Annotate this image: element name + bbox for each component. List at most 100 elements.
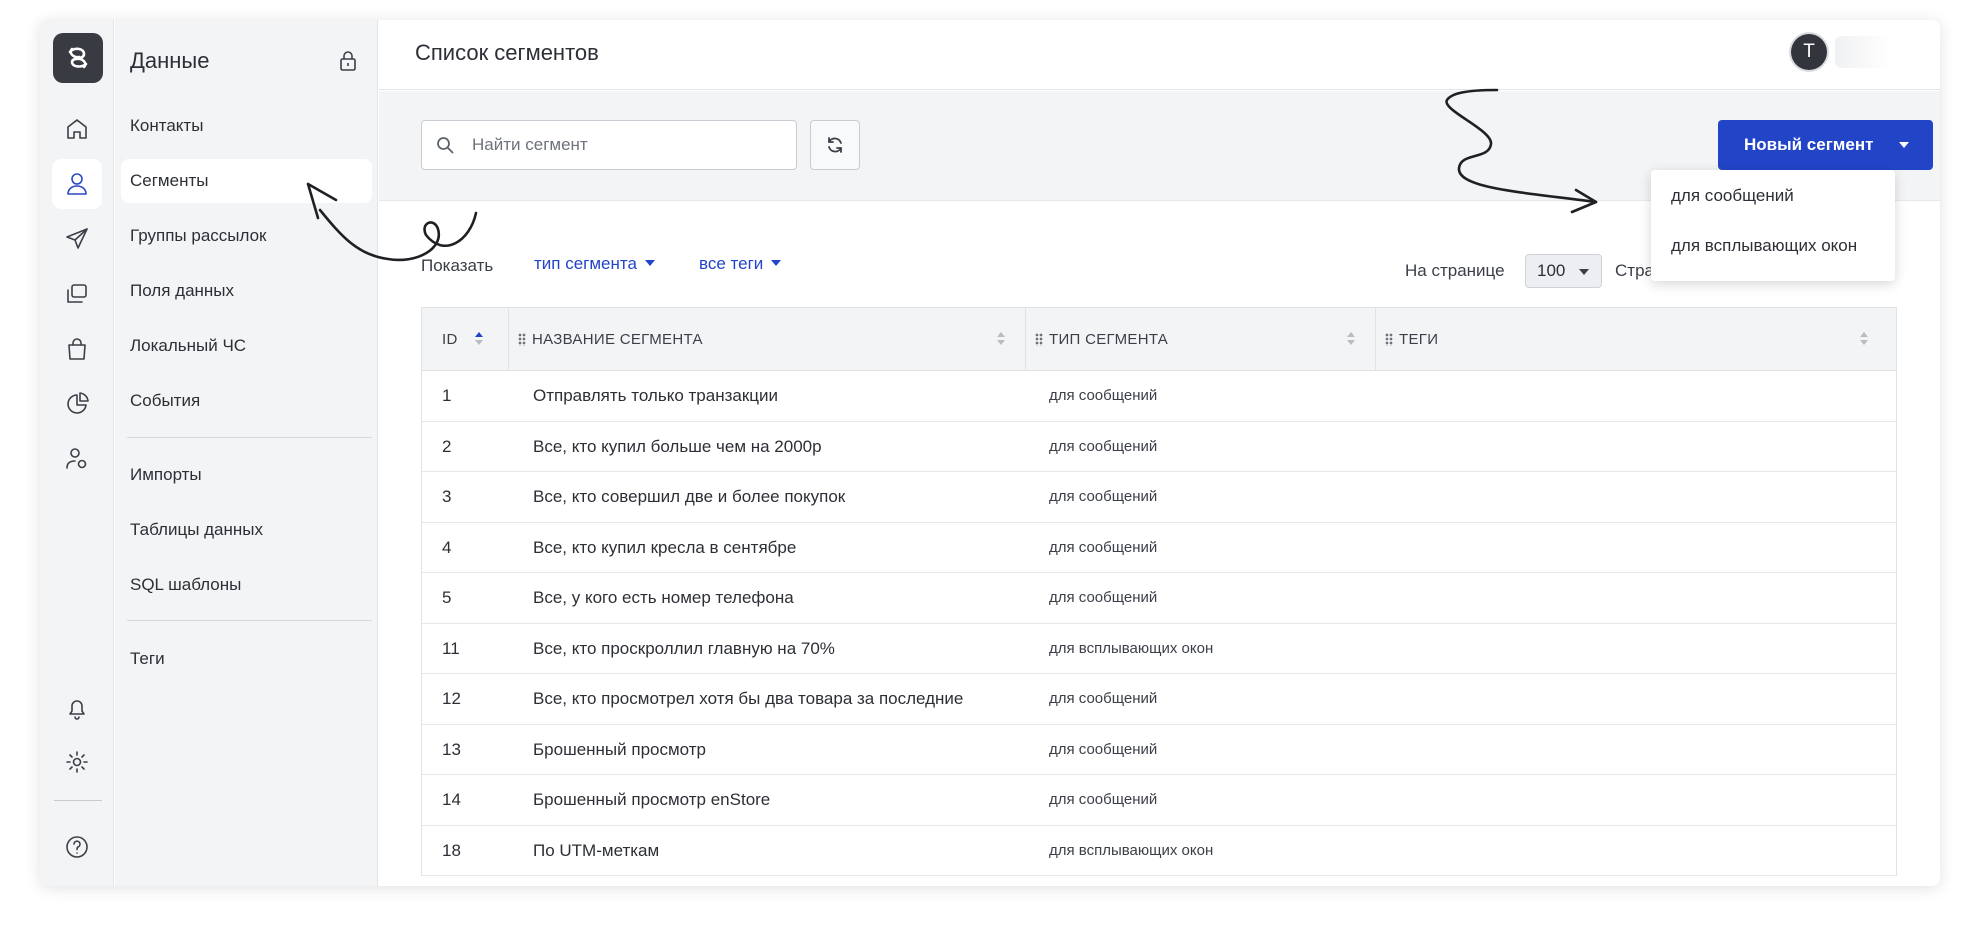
nav-item-local-blacklist[interactable]: Локальный ЧС <box>121 324 372 368</box>
menu-item-for-popups[interactable]: для всплывающих окон <box>1671 236 1857 256</box>
chevron-down-icon <box>1579 269 1589 275</box>
cell-name[interactable]: Все, у кого есть номер телефона <box>533 573 794 623</box>
rail-settings-button[interactable] <box>52 737 102 787</box>
sort-icon[interactable] <box>1860 332 1868 346</box>
show-label: Показать <box>421 256 494 275</box>
rail-templates-button[interactable] <box>52 269 102 319</box>
column-header-tags-label: ТЕГИ <box>1399 331 1439 348</box>
cell-type: для сообщений <box>1049 488 1158 505</box>
refresh-button[interactable] <box>810 120 860 170</box>
cell-id: 13 <box>442 739 461 759</box>
chevron-down-icon <box>644 260 655 266</box>
cell-id: 12 <box>442 689 461 708</box>
rail-send-button[interactable] <box>52 214 102 264</box>
column-header-type[interactable]: ТИП СЕГМЕНТА <box>1035 308 1168 371</box>
column-header-name[interactable]: НАЗВАНИЕ СЕГМЕНТА <box>518 308 703 371</box>
table-row[interactable]: 1 Отправлять только транзакции для сообщен… <box>422 371 1896 422</box>
tags-filter[interactable]: все теги <box>699 254 782 274</box>
rail-help-button[interactable] <box>52 822 102 872</box>
new-segment-button[interactable]: Новый сегмент <box>1718 120 1933 170</box>
table-row[interactable]: 14 Брошенный просмотр enStore для сообщени… <box>422 775 1896 826</box>
cell-id: 3 <box>442 487 452 506</box>
rail-divider <box>54 800 102 801</box>
rail-home-button[interactable] <box>52 104 102 154</box>
nav-item-mailing-groups[interactable]: Группы рассылок <box>121 214 372 258</box>
top-bar: Список сегментов T <box>379 20 1940 90</box>
icon-rail <box>40 20 114 886</box>
table-row[interactable]: 13 Брошенный просмотр для сообщений <box>422 725 1896 775</box>
tags-filter-label: все теги <box>699 254 764 273</box>
cell-id: 1 <box>442 386 452 405</box>
sort-asc-icon[interactable] <box>475 332 483 346</box>
table-row[interactable]: 5 Все, у кого есть номер телефона для сооб… <box>422 573 1896 624</box>
cell-type: для сообщений <box>1049 791 1158 808</box>
rail-shop-button[interactable] <box>52 324 102 374</box>
segment-type-filter[interactable]: тип сегмента <box>534 254 655 274</box>
user-name-blurred[interactable] <box>1835 36 1891 68</box>
table-row[interactable]: 4 Все, кто купил кресла в сентябре для соо… <box>422 523 1896 573</box>
drag-handle-icon[interactable] <box>1035 333 1043 346</box>
cell-name[interactable]: Все, кто просмотрел хотя бы два товара з… <box>533 674 963 724</box>
user-icon <box>67 173 87 195</box>
cell-name[interactable]: Все, кто проскроллил главную на 70% <box>533 624 835 674</box>
rail-notifications-button[interactable] <box>52 684 102 734</box>
nav-item-sql-templates[interactable]: SQL шаблоны <box>121 563 372 607</box>
per-page-select[interactable]: 100 <box>1525 254 1602 288</box>
per-page-value: 100 <box>1537 261 1566 280</box>
user-settings-icon <box>66 448 87 469</box>
cell-name[interactable]: Брошенный просмотр <box>533 725 706 775</box>
drag-handle-icon[interactable] <box>518 333 526 346</box>
cell-name[interactable]: Все, кто совершил две и более покупок <box>533 472 845 522</box>
page-label: Стра <box>1615 261 1654 280</box>
column-header-type-label: ТИП СЕГМЕНТА <box>1049 331 1169 348</box>
cell-type: для сообщений <box>1049 538 1158 556</box>
search-input[interactable] <box>472 121 782 169</box>
gear-icon <box>66 751 88 773</box>
chevron-down-icon <box>1899 142 1909 148</box>
table-row[interactable]: 18 По UTM-меткам для всплывающих окон <box>422 826 1896 876</box>
rail-analytics-button[interactable] <box>52 379 102 429</box>
cell-id: 5 <box>442 588 452 607</box>
logo-icon <box>68 47 88 69</box>
menu-item-for-messages[interactable]: для сообщений <box>1671 186 1794 206</box>
lock-icon[interactable] <box>339 50 357 72</box>
cell-name[interactable]: Все, кто купил больше чем на 2000р <box>533 422 822 472</box>
cell-name[interactable]: Отправлять только транзакции <box>533 371 778 421</box>
refresh-icon <box>828 137 842 153</box>
copy-icon <box>67 284 87 303</box>
cell-name[interactable]: Все, кто купил кресла в сентябре <box>533 523 796 573</box>
column-separator <box>508 308 509 371</box>
sort-icon[interactable] <box>997 332 1005 346</box>
cell-name[interactable]: Брошенный просмотр enStore <box>533 775 770 825</box>
rail-contacts-button[interactable] <box>52 159 102 209</box>
bell-icon <box>69 700 85 720</box>
table-header: ID НАЗВАНИЕ СЕГМЕНТА ТИП СЕГМЕНТА ТЕГИ <box>422 308 1896 371</box>
nav-item-imports[interactable]: Импорты <box>121 453 372 497</box>
help-icon <box>66 836 88 858</box>
rail-users-settings-button[interactable] <box>52 434 102 484</box>
nav-title: Данные <box>130 48 210 73</box>
column-header-name-label: НАЗВАНИЕ СЕГМЕНТА <box>532 331 703 348</box>
drag-handle-icon[interactable] <box>1385 333 1393 346</box>
avatar[interactable]: T <box>1791 34 1827 70</box>
cell-id: 14 <box>442 790 461 809</box>
nav-item-contacts[interactable]: Контакты <box>121 104 372 148</box>
cell-type: для всплывающих окон <box>1049 841 1214 859</box>
nav-item-data-fields[interactable]: Поля данных <box>121 269 372 313</box>
cell-name[interactable]: По UTM-меткам <box>533 826 659 876</box>
table-row[interactable]: 3 Все, кто совершил две и более покупок дл… <box>422 472 1896 523</box>
nav-item-events[interactable]: События <box>121 379 372 423</box>
column-header-tags[interactable]: ТЕГИ <box>1385 308 1438 371</box>
app-logo[interactable] <box>53 33 103 83</box>
send-icon <box>66 228 88 249</box>
table-row[interactable]: 2 Все, кто купил больше чем на 2000р для с… <box>422 422 1896 472</box>
search-box <box>421 120 797 170</box>
table-row[interactable]: 12 Все, кто просмотрел хотя бы два товара… <box>422 674 1896 725</box>
sort-icon[interactable] <box>1347 332 1355 346</box>
nav-item-data-tables[interactable]: Таблицы данных <box>121 508 372 552</box>
nav-item-segments[interactable]: Сегменты <box>121 159 372 203</box>
table-row[interactable]: 11 Все, кто проскроллил главную на 70% для… <box>422 624 1896 674</box>
pie-chart-icon <box>67 392 89 414</box>
column-header-id[interactable]: ID <box>442 308 458 371</box>
nav-item-tags[interactable]: Теги <box>121 637 372 681</box>
